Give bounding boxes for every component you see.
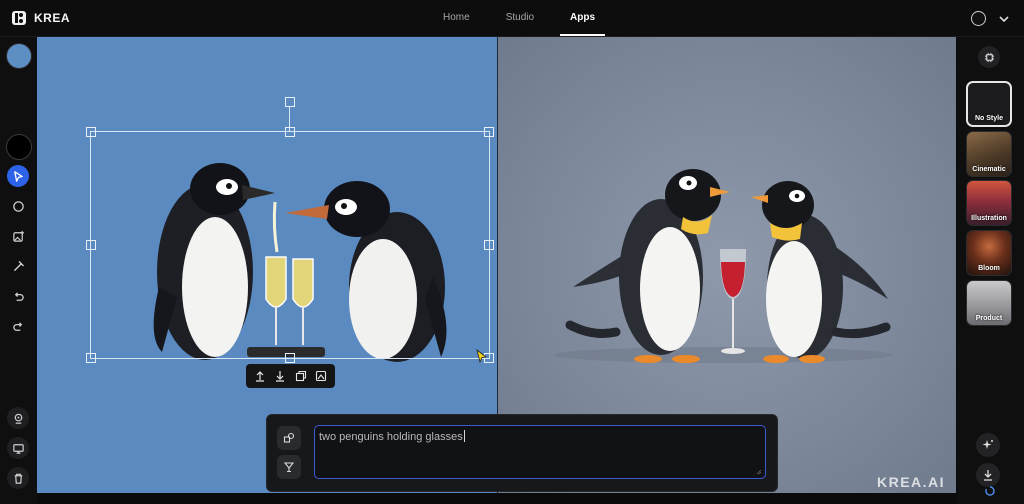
prompt-panel: two penguins holding glasses bbox=[266, 414, 778, 492]
top-right-controls bbox=[971, 11, 1010, 26]
style-label: Bloom bbox=[978, 265, 1000, 272]
remove-background-icon[interactable] bbox=[315, 370, 327, 382]
top-bar: KREA Home Studio Apps bbox=[0, 0, 1024, 37]
loading-spinner-icon bbox=[985, 486, 995, 496]
watermark: KREA.AI bbox=[877, 474, 946, 490]
redo-button[interactable] bbox=[7, 315, 29, 337]
secondary-color-swatch[interactable] bbox=[6, 134, 32, 160]
circle-icon bbox=[12, 200, 24, 212]
mouse-cursor-icon bbox=[476, 349, 488, 363]
bring-forward-icon[interactable] bbox=[254, 370, 266, 382]
left-toolbar bbox=[0, 37, 37, 504]
resize-handle-top[interactable] bbox=[285, 127, 295, 137]
brush-icon bbox=[13, 260, 24, 271]
webcam-button[interactable] bbox=[7, 407, 29, 429]
text-caret bbox=[463, 430, 465, 442]
chevron-down-icon[interactable] bbox=[998, 13, 1010, 25]
add-image-tool-button[interactable] bbox=[7, 225, 29, 247]
krea-logo-icon bbox=[12, 11, 26, 25]
send-backward-icon[interactable] bbox=[274, 370, 286, 382]
random-prompt-button[interactable] bbox=[277, 455, 301, 479]
resize-handle-bottom-left[interactable] bbox=[86, 353, 96, 363]
undo-icon bbox=[14, 291, 24, 301]
brush-tool-button[interactable] bbox=[7, 255, 29, 277]
style-label: No Style bbox=[974, 115, 1003, 122]
style-no-style[interactable]: No Style bbox=[966, 81, 1012, 127]
nav-home[interactable]: Home bbox=[425, 0, 488, 36]
delete-button[interactable] bbox=[7, 467, 29, 489]
duplicate-icon[interactable] bbox=[295, 370, 307, 382]
style-product[interactable]: Product bbox=[966, 280, 1012, 326]
resize-handle-bottom[interactable] bbox=[285, 353, 295, 363]
nav-studio[interactable]: Studio bbox=[488, 0, 552, 36]
download-button[interactable] bbox=[976, 463, 1000, 487]
style-label: Product bbox=[975, 315, 1003, 322]
ai-strength-button[interactable] bbox=[978, 46, 1000, 68]
select-tool-button[interactable] bbox=[7, 165, 29, 187]
enhance-button[interactable] bbox=[976, 433, 1000, 457]
style-label: Cinematic bbox=[972, 166, 1006, 173]
shapes-button[interactable] bbox=[277, 426, 301, 450]
resize-handle-left[interactable] bbox=[86, 240, 96, 250]
chip-icon bbox=[984, 52, 994, 62]
nav-apps[interactable]: Apps bbox=[552, 0, 613, 36]
krea-logo[interactable]: KREA bbox=[12, 11, 70, 25]
prompt-input[interactable]: two penguins holding glasses bbox=[314, 425, 766, 479]
main-nav: Home Studio Apps bbox=[425, 0, 613, 36]
monitor-icon bbox=[12, 443, 24, 454]
sparkle-icon bbox=[982, 440, 993, 449]
resize-handle-right[interactable] bbox=[484, 240, 494, 250]
style-illustration[interactable]: Illustration bbox=[966, 180, 1012, 226]
image-plus-icon bbox=[12, 230, 24, 242]
style-cinematic[interactable]: Cinematic bbox=[966, 131, 1012, 177]
primary-color-swatch[interactable] bbox=[6, 43, 32, 69]
trash-icon bbox=[14, 473, 22, 484]
right-sidebar: No Style Cinematic Illustration Bloom Pr… bbox=[957, 37, 1024, 504]
cocktail-glass-icon bbox=[283, 462, 295, 473]
cursor-arrow-icon bbox=[13, 170, 23, 182]
brand-name: KREA bbox=[34, 11, 71, 25]
redo-icon bbox=[12, 321, 22, 331]
profile-circle-button[interactable] bbox=[971, 11, 986, 26]
undo-button[interactable] bbox=[7, 285, 29, 307]
screen-capture-button[interactable] bbox=[7, 437, 29, 459]
resize-handle-top-left[interactable] bbox=[86, 127, 96, 137]
style-label: Illustration bbox=[971, 215, 1007, 222]
selection-box[interactable] bbox=[90, 131, 490, 359]
resize-grip-icon[interactable] bbox=[756, 469, 762, 475]
prompt-text: two penguins holding glasses bbox=[319, 430, 465, 443]
rotate-handle[interactable] bbox=[285, 97, 295, 107]
ellipse-tool-button[interactable] bbox=[7, 195, 29, 217]
webcam-icon bbox=[14, 413, 22, 424]
object-toolbar bbox=[246, 364, 335, 388]
shapes-icon bbox=[283, 432, 295, 443]
download-icon bbox=[984, 470, 992, 481]
prompt-value: two penguins holding glasses bbox=[319, 431, 463, 443]
style-bloom[interactable]: Bloom bbox=[966, 230, 1012, 276]
resize-handle-top-right[interactable] bbox=[484, 127, 494, 137]
